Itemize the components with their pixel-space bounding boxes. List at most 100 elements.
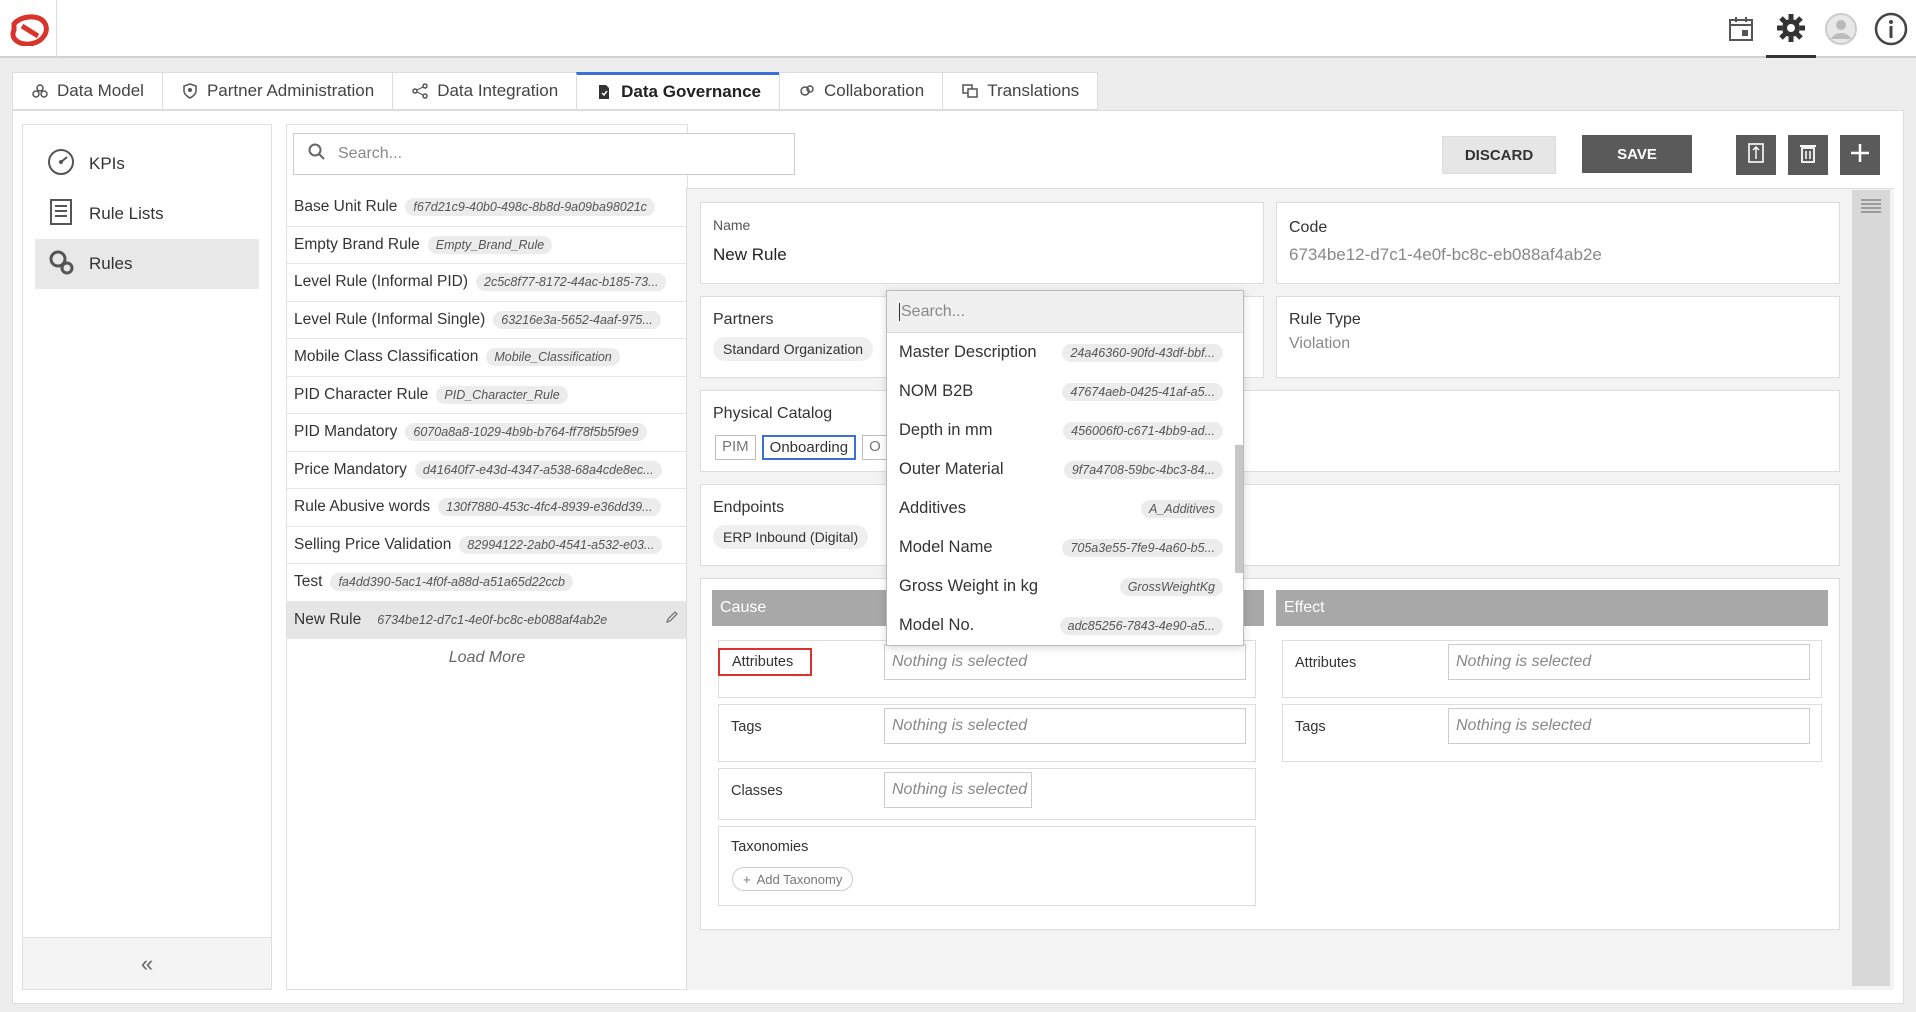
dropdown-option[interactable]: Model No. adc85256-7843-4e90-a5...	[887, 606, 1243, 645]
load-more-link[interactable]: Load More	[287, 639, 687, 667]
dropdown-search-input[interactable]: Search...	[887, 291, 1243, 333]
rule-type-value: Violation	[1289, 335, 1351, 352]
dropdown-option[interactable]: Outer Material 9f7a4708-59bc-4bc3-84...	[887, 450, 1243, 489]
list-item[interactable]: Base Unit Rule f67d21c9-40b0-498c-8b8d-9a…	[287, 189, 687, 227]
tab-data-integration[interactable]: Data Integration	[392, 72, 577, 110]
rule-name: Empty Brand Rule	[294, 235, 420, 253]
tab-label: Data Model	[57, 81, 144, 100]
dropdown-option[interactable]: Depth in mm 456006f0-c671-4bb9-ad...	[887, 411, 1243, 450]
list-item-selected[interactable]: New Rule 6734be12-d7c1-4e0f-bc8c-eb088af4…	[287, 601, 687, 639]
physical-catalog-label: Physical Catalog	[713, 405, 833, 422]
tab-translations[interactable]: Translations	[942, 72, 1099, 110]
rule-type-card[interactable]: Rule Type Violation	[1276, 296, 1840, 378]
tab-label: Data Governance	[621, 82, 761, 101]
rules-list-panel: Search... Base Unit Rule f67d21c9-40b0-49…	[286, 124, 795, 990]
collapse-nav-button[interactable]: «	[23, 937, 271, 989]
partner-chip: Standard Organization	[713, 337, 874, 361]
name-label: Name	[713, 217, 751, 233]
dropdown-option[interactable]: Master Description 24a46360-90fd-43df-bbf…	[887, 333, 1243, 372]
add-button[interactable]	[1840, 135, 1880, 175]
cause-attributes-label: Attributes	[718, 648, 812, 676]
list-item[interactable]: Rule Abusive words 130f7880-453c-4fc4-893…	[287, 489, 687, 527]
dropdown-option[interactable]: Additives A_Additives	[887, 489, 1243, 528]
cause-taxonomies-row: Taxonomies	[718, 826, 1256, 906]
list-item[interactable]: Selling Price Validation 82994122-2ab0-45…	[287, 527, 687, 564]
top-bar	[0, 0, 1916, 58]
info-icon[interactable]	[1866, 0, 1916, 58]
nav-item-rule-lists[interactable]: Rule Lists	[35, 189, 259, 239]
rule-id-chip: Empty_Brand_Rule	[427, 235, 553, 254]
option-id-chip: adc85256-7843-4e90-a5...	[1059, 616, 1223, 635]
rule-id-chip: PID_Character_Rule	[436, 385, 568, 404]
add-taxonomy-button[interactable]: + Add Taxonomy	[732, 867, 854, 891]
left-nav: KPIs Rule Lists Rules «	[22, 124, 272, 990]
catalog-tag-selected[interactable]: Onboarding	[761, 435, 857, 460]
effect-tags-select[interactable]: Nothing is selected	[1448, 708, 1810, 744]
option-label: Model No.	[899, 616, 975, 634]
list-view-icon[interactable]	[1860, 198, 1882, 221]
list-item[interactable]: PID Mandatory 6070a8a8-1029-4b9b-b764-ff7…	[287, 414, 687, 452]
rule-name: Base Unit Rule	[294, 198, 398, 216]
save-button[interactable]: SAVE	[1582, 135, 1692, 173]
list-item[interactable]: PID Character Rule PID_Character_Rule	[287, 377, 687, 414]
nav-item-rules[interactable]: Rules	[35, 239, 259, 289]
rule-name: Test	[294, 573, 323, 591]
governance-icon	[595, 83, 613, 101]
physical-catalog-card[interactable]: Physical Catalog PIM Onboarding O	[700, 390, 1840, 472]
cause-attributes-select[interactable]: Nothing is selected	[884, 644, 1246, 680]
gear-icon[interactable]	[1766, 0, 1816, 58]
effect-attributes-select[interactable]: Nothing is selected	[1448, 644, 1810, 680]
list-item[interactable]: Test fa4dd390-5ac1-4f0f-a88d-a51a65d22ccb	[287, 564, 687, 602]
list-item[interactable]: Level Rule (Informal PID) 2c5c8f77-8172-4…	[287, 264, 687, 302]
top-icon-group	[1716, 0, 1916, 58]
search-placeholder: Search...	[338, 145, 403, 162]
list-item[interactable]: Empty Brand Rule Empty_Brand_Rule	[287, 227, 687, 264]
collaboration-icon	[798, 82, 816, 100]
rule-id-chip: Mobile_Classification	[486, 348, 620, 367]
dropdown-option[interactable]: Model Name 705a3e55-7fe9-4a60-b5...	[887, 528, 1243, 567]
catalog-tag[interactable]: O	[862, 435, 888, 460]
nav-item-label: Rules	[89, 254, 133, 273]
option-id-chip: 705a3e55-7fe9-4a60-b5...	[1062, 538, 1223, 557]
edit-pencil-icon[interactable]	[665, 610, 679, 629]
rule-id-chip: 82994122-2ab0-4541-a532-e03...	[459, 535, 663, 554]
module-tabs: Data Model Partner Administration Data I…	[12, 72, 1099, 110]
rule-id-chip: 2c5c8f77-8172-44ac-b185-73...	[476, 273, 667, 292]
list-item[interactable]: Mobile Class Classification Mobile_Classi…	[287, 339, 687, 377]
discard-button[interactable]: DISCARD	[1442, 136, 1556, 174]
right-side-strip	[1852, 190, 1890, 986]
rule-name: PID Mandatory	[294, 423, 398, 441]
dropdown-scrollbar[interactable]	[1235, 445, 1243, 573]
delete-button[interactable]	[1788, 135, 1828, 175]
calendar-icon[interactable]	[1716, 0, 1766, 58]
dropdown-option[interactable]: NOM B2B 47674aeb-0425-41af-a5...	[887, 372, 1243, 411]
search-input[interactable]: Search...	[293, 133, 795, 175]
nav-item-label: KPIs	[89, 154, 125, 173]
option-label: Master Description	[899, 343, 1037, 361]
sync-button[interactable]	[1736, 135, 1776, 175]
gauge-icon	[47, 148, 75, 181]
rule-name: Level Rule (Informal Single)	[294, 310, 486, 328]
dropdown-option[interactable]: Gross Weight in kg GrossWeightKg	[887, 567, 1243, 606]
rule-name: Level Rule (Informal PID)	[294, 273, 469, 291]
nav-item-kpis[interactable]: KPIs	[35, 139, 259, 189]
tab-data-governance[interactable]: Data Governance	[576, 72, 779, 110]
tab-partner-administration[interactable]: Partner Administration	[161, 72, 393, 110]
user-avatar-icon[interactable]	[1816, 0, 1866, 58]
list-item[interactable]: Price Mandatory d41640f7-e43d-4347-a538-6…	[287, 452, 687, 489]
catalog-tag[interactable]: PIM	[715, 435, 756, 460]
cause-classes-select[interactable]: Nothing is selected	[884, 772, 1032, 808]
endpoints-card[interactable]: Endpoints ERP Inbound (Digital)	[700, 484, 1840, 566]
list-item[interactable]: Level Rule (Informal Single) 63216e3a-565…	[287, 302, 687, 339]
option-label: Model Name	[899, 538, 993, 556]
name-card[interactable]: Name New Rule	[700, 202, 1264, 284]
tab-collaboration[interactable]: Collaboration	[779, 72, 943, 110]
option-id-chip: 456006f0-c671-4bb9-ad...	[1063, 421, 1223, 440]
plus-icon: +	[743, 871, 751, 887]
tab-data-model[interactable]: Data Model	[12, 72, 162, 110]
option-label: NOM B2B	[899, 382, 974, 400]
brand-logo[interactable]	[8, 14, 50, 47]
option-id-chip: 47674aeb-0425-41af-a5...	[1062, 382, 1223, 401]
cause-tags-select[interactable]: Nothing is selected	[884, 708, 1246, 744]
endpoints-label: Endpoints	[713, 499, 785, 516]
